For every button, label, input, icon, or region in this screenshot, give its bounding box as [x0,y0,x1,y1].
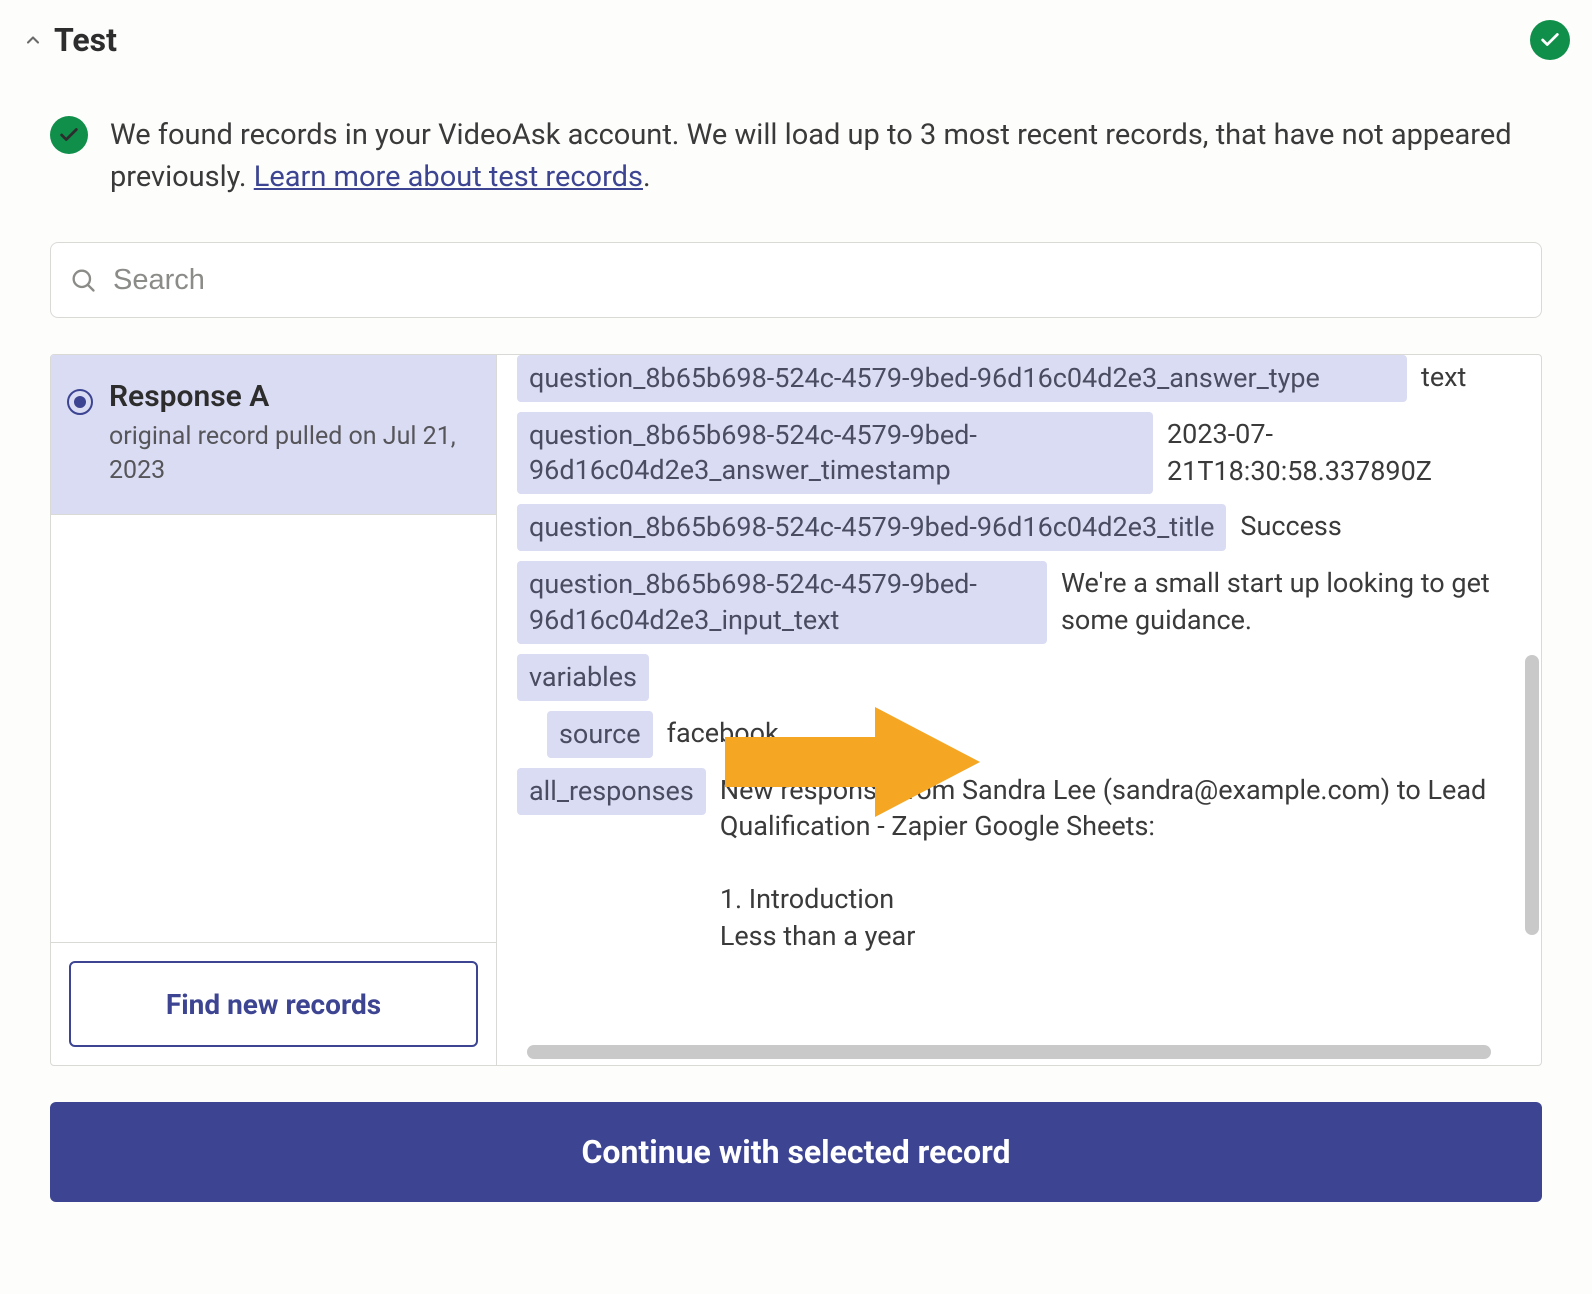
section-header-left[interactable]: Test [22,21,117,59]
detail-key: question_8b65b698-524c-4579-9bed-96d16c0… [517,561,1047,643]
detail-row: question_8b65b698-524c-4579-9bed-96d16c0… [517,355,1499,402]
record-text: Response A original record pulled on Jul… [109,379,470,488]
search-icon [69,266,97,294]
radio-selected-icon [67,389,93,415]
section-title: Test [54,21,117,59]
info-banner: We found records in your VideoAsk accoun… [22,114,1570,198]
records-list-spacer [51,515,496,943]
search-input-container[interactable] [50,242,1542,318]
detail-value: facebook [667,711,1499,751]
info-text: We found records in your VideoAsk accoun… [110,114,1542,198]
record-title: Response A [109,379,470,414]
detail-key: variables [517,654,649,701]
find-new-records-button[interactable]: Find new records [69,961,478,1047]
records-panel: Response A original record pulled on Jul… [50,354,1542,1066]
search-input[interactable] [111,263,1523,298]
detail-row: question_8b65b698-524c-4579-9bed-96d16c0… [517,412,1499,494]
record-detail-scroll[interactable]: question_8b65b698-524c-4579-9bed-96d16c0… [517,355,1531,1039]
detail-key: all_responses [517,768,706,815]
detail-value: Success [1240,504,1499,544]
record-detail-pane: question_8b65b698-524c-4579-9bed-96d16c0… [497,355,1541,1065]
learn-more-link[interactable]: Learn more about test records [254,160,643,194]
detail-row: variables [517,654,1499,701]
detail-row: question_8b65b698-524c-4579-9bed-96d16c0… [517,561,1499,643]
info-text-post: . [643,160,651,194]
detail-row: question_8b65b698-524c-4579-9bed-96d16c0… [517,504,1499,551]
detail-value: New response from Sandra Lee (sandra@exa… [720,768,1499,954]
records-list: Response A original record pulled on Jul… [51,355,497,1065]
detail-key: source [547,711,653,758]
section-header: Test [22,20,1570,60]
record-item-selected[interactable]: Response A original record pulled on Jul… [51,355,496,515]
status-success-icon [1530,20,1570,60]
detail-row: all_responses New response from Sandra Le… [517,768,1499,954]
detail-key: question_8b65b698-524c-4579-9bed-96d16c0… [517,355,1407,402]
detail-value: 2023-07-21T18:30:58.337890Z [1167,412,1499,489]
detail-value: text [1421,355,1499,395]
continue-button[interactable]: Continue with selected record [50,1102,1542,1202]
find-new-records-wrap: Find new records [51,942,496,1065]
detail-value: We're a small start up looking to get so… [1061,561,1499,638]
chevron-up-icon [22,29,44,51]
horizontal-scrollbar[interactable] [527,1045,1491,1059]
check-circle-icon [50,116,88,154]
detail-key: question_8b65b698-524c-4579-9bed-96d16c0… [517,504,1226,551]
detail-row: source facebook [517,711,1499,758]
record-subtitle: original record pulled on Jul 21, 2023 [109,420,470,488]
detail-key: question_8b65b698-524c-4579-9bed-96d16c0… [517,412,1153,494]
vertical-scrollbar[interactable] [1525,655,1539,935]
search-wrap [50,242,1542,318]
